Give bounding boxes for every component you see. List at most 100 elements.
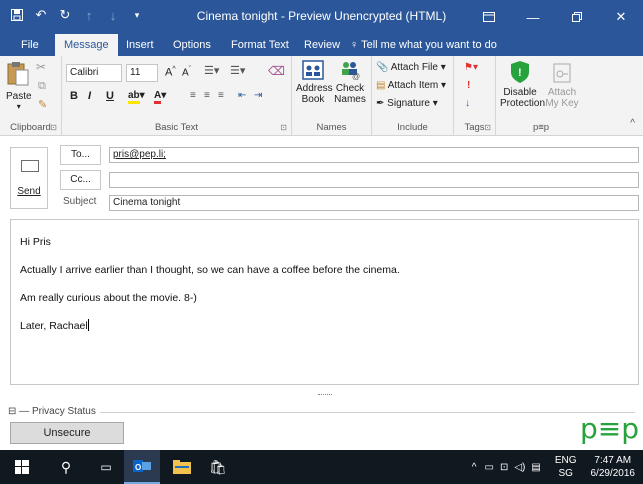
to-button[interactable]: To...: [60, 145, 101, 165]
task-view-icon[interactable]: ▭: [88, 450, 124, 484]
address-book-icon: [302, 60, 324, 80]
clipboard-launcher-icon[interactable]: ⊡: [50, 123, 57, 132]
ribbon-display-options-icon[interactable]: [467, 0, 511, 34]
clock[interactable]: 7:47 AM 6/29/2016: [591, 454, 636, 480]
tab-insert[interactable]: Insert: [117, 34, 163, 56]
file-explorer-icon[interactable]: [164, 450, 200, 484]
restore-icon[interactable]: [555, 0, 599, 34]
tags-launcher-icon[interactable]: ⊡: [484, 123, 491, 132]
copy-icon[interactable]: ⧉: [38, 80, 46, 93]
address-book-label-1: Address: [296, 83, 333, 94]
names-group: Address Book @ Check Names Names: [292, 56, 372, 136]
window-controls: — ✕: [467, 0, 643, 34]
signature-icon: ✒: [376, 98, 385, 109]
tell-me-label: Tell me what you want to do: [361, 39, 497, 51]
lightbulb-icon: ♀: [350, 39, 359, 51]
tab-format-text[interactable]: Format Text: [222, 34, 298, 56]
underline-button[interactable]: U: [106, 90, 114, 102]
shrink-font-icon[interactable]: Aˇ: [182, 66, 191, 78]
align-right-icon[interactable]: ≡: [218, 90, 224, 101]
attach-my-key-button[interactable]: Attach My Key: [542, 60, 582, 109]
font-name-select[interactable]: Calibri: [66, 64, 122, 82]
body-line: Am really curious about the movie. 8-): [20, 292, 197, 304]
subject-field[interactable]: Cinema tonight: [109, 195, 639, 211]
address-book-button[interactable]: Address Book: [296, 60, 333, 105]
battery-icon[interactable]: ▭: [485, 462, 494, 473]
system-tray: ^ ▭ ⊡ ◁) ▤ ENG SG 7:47 AM 6/29/2016: [472, 450, 643, 484]
increase-indent-icon[interactable]: ⇥: [254, 90, 262, 101]
privacy-status-button[interactable]: Unsecure: [10, 422, 124, 444]
splitter-grip[interactable]: [318, 394, 332, 397]
start-windows-icon[interactable]: [4, 450, 40, 484]
action-center-icon[interactable]: ▤: [531, 462, 540, 473]
svg-text:@: @: [352, 72, 360, 80]
align-center-icon[interactable]: ≡: [204, 90, 210, 101]
check-names-label-2: Names: [334, 94, 366, 105]
low-importance-icon[interactable]: ↓: [465, 98, 470, 109]
tab-file[interactable]: File: [12, 34, 48, 56]
language-indicator[interactable]: ENG SG: [555, 454, 577, 480]
font-color-icon[interactable]: A▾: [154, 90, 166, 104]
decrease-indent-icon[interactable]: ⇤: [238, 90, 246, 101]
cc-button[interactable]: Cc...: [60, 170, 101, 190]
svg-text:O: O: [135, 463, 141, 472]
svg-text:!: !: [518, 67, 522, 79]
attach-item-button[interactable]: ▤ Attach Item ▾: [376, 80, 446, 91]
signature-button[interactable]: ✒ Signature ▾: [376, 98, 438, 109]
tags-group: ⚑▾ ! ↓ Tags ⊡: [454, 56, 496, 136]
align-left-icon[interactable]: ≡: [190, 90, 196, 101]
outlook-taskbar-icon[interactable]: O: [124, 450, 160, 484]
shield-icon: !: [511, 61, 529, 83]
send-button[interactable]: Send: [10, 147, 48, 209]
cc-field[interactable]: [109, 172, 639, 188]
pep-logo: p≡p: [579, 412, 639, 445]
tell-me-search[interactable]: ♀ Tell me what you want to do: [350, 34, 497, 56]
clear-formatting-icon[interactable]: ⌫: [268, 64, 285, 78]
basic-text-launcher-icon[interactable]: ⊡: [280, 123, 287, 132]
tab-options[interactable]: Options: [164, 34, 220, 56]
check-names-icon: @: [342, 62, 360, 81]
close-icon[interactable]: ✕: [599, 0, 643, 34]
clipboard-icon: [7, 62, 29, 86]
cut-icon[interactable]: ✂: [36, 60, 46, 74]
clock-date: 6/29/2016: [590, 468, 636, 479]
font-size-select[interactable]: 11: [126, 64, 158, 82]
check-names-button[interactable]: @ Check Names: [332, 60, 368, 105]
store-icon[interactable]: 🛍: [200, 450, 236, 484]
italic-button[interactable]: I: [88, 90, 91, 102]
address-book-label-2: Book: [301, 94, 325, 105]
bold-button[interactable]: B: [70, 90, 78, 102]
grow-font-icon[interactable]: A^: [165, 66, 176, 79]
to-field[interactable]: pris@pep.li;: [109, 147, 639, 163]
attach-item-icon: ▤: [376, 80, 386, 91]
privacy-divider: [8, 412, 635, 413]
disable-protection-button[interactable]: ! Disable Protection: [500, 60, 545, 109]
compose-header: Send To... Cc... Subject pris@pep.li; Ci…: [0, 137, 643, 213]
minimize-icon[interactable]: —: [511, 0, 555, 34]
show-hidden-icons-icon[interactable]: ^: [472, 462, 477, 473]
pane-splitter[interactable]: [0, 392, 643, 402]
tab-message[interactable]: Message: [55, 34, 118, 56]
network-icon[interactable]: ⊡: [500, 462, 508, 473]
message-body[interactable]: Hi Pris Actually I arrive earlier than I…: [10, 219, 639, 385]
privacy-status-header[interactable]: ⊟ — Privacy Status: [8, 406, 100, 417]
follow-up-flag-icon[interactable]: ⚑▾: [464, 62, 478, 73]
highlight-icon[interactable]: ab▾: [128, 90, 145, 104]
key-attachment-icon: [553, 63, 571, 83]
search-icon[interactable]: ⚲: [48, 450, 84, 484]
numbering-icon[interactable]: ☰▾: [230, 64, 245, 77]
paste-button[interactable]: Paste ▾: [6, 60, 32, 111]
names-label: Names: [316, 122, 347, 133]
format-painter-icon[interactable]: ✎: [38, 98, 47, 111]
collapse-ribbon-icon[interactable]: ^: [630, 118, 635, 129]
recipient-pill[interactable]: pris@pep.li;: [113, 149, 166, 160]
ribbon-tabs: File Message Insert Options Format Text …: [0, 34, 643, 56]
paste-dropdown-icon: ▾: [16, 102, 21, 111]
high-importance-icon[interactable]: !: [467, 80, 470, 91]
text-caret: [87, 319, 89, 331]
volume-icon[interactable]: ◁): [514, 462, 525, 473]
basic-text-label: Basic Text: [154, 122, 199, 133]
bullets-icon[interactable]: ☰▾: [204, 64, 219, 77]
attach-file-button[interactable]: 📎 Attach File ▾: [376, 62, 446, 73]
tab-review[interactable]: Review: [295, 34, 349, 56]
